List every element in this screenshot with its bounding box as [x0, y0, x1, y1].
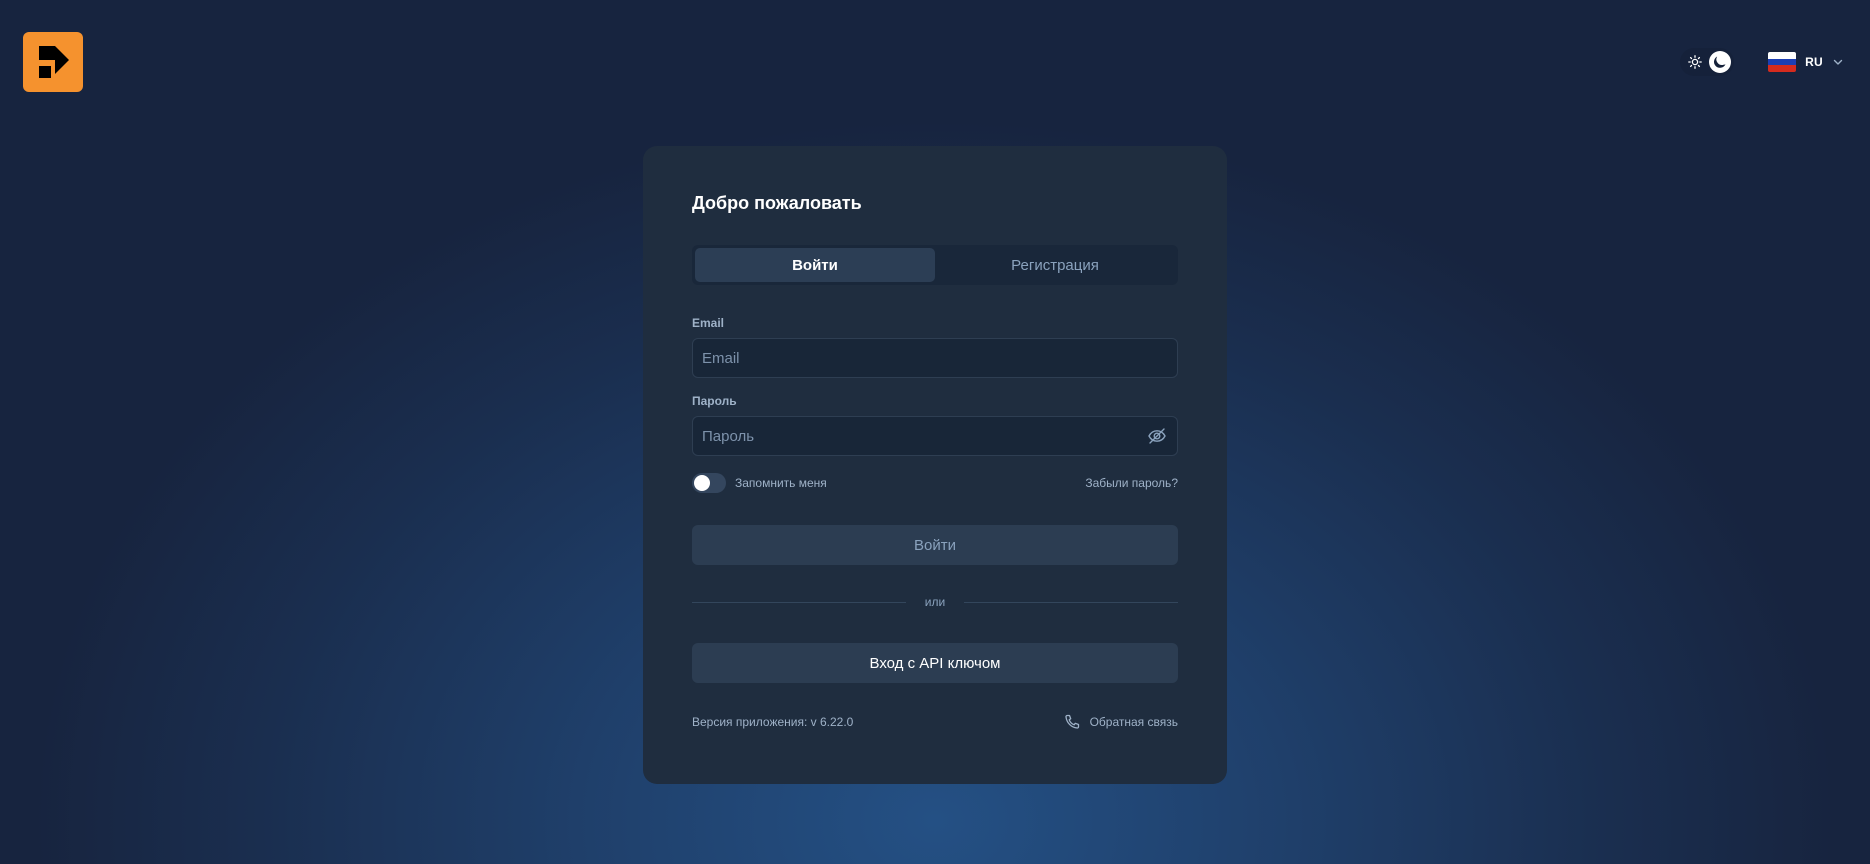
- top-right-controls: RU: [1680, 48, 1844, 76]
- eye-off-icon[interactable]: [1146, 425, 1168, 447]
- feedback-link[interactable]: Обратная связь: [1064, 714, 1178, 730]
- sun-icon[interactable]: [1687, 54, 1703, 70]
- remember-me-toggle[interactable]: [692, 473, 726, 493]
- divider-line-right: [964, 601, 1179, 603]
- language-selector[interactable]: RU: [1768, 52, 1844, 72]
- tab-login[interactable]: Войти: [695, 248, 935, 282]
- phone-icon: [1064, 714, 1079, 729]
- or-divider: или: [692, 595, 1179, 609]
- password-field[interactable]: [702, 427, 1146, 445]
- login-card: Добро пожаловать Войти Регистрация Email…: [643, 146, 1227, 784]
- email-field-wrapper: [692, 338, 1178, 378]
- language-code: RU: [1805, 55, 1823, 69]
- card-footer: Версия приложения: v 6.22.0 Обратная свя…: [692, 714, 1178, 730]
- auth-tabs: Войти Регистрация: [692, 245, 1178, 285]
- toggle-knob: [694, 475, 710, 491]
- remember-me: Запомнить меня: [692, 473, 827, 493]
- theme-toggle[interactable]: [1680, 48, 1735, 76]
- tab-register[interactable]: Регистрация: [935, 248, 1175, 282]
- password-field-wrapper: [692, 416, 1178, 456]
- login-button[interactable]: Войти: [692, 525, 1178, 565]
- brand-logo[interactable]: [23, 32, 83, 92]
- api-key-login-button[interactable]: Вход с API ключом: [692, 643, 1178, 683]
- forgot-password-link[interactable]: Забыли пароль?: [1085, 476, 1178, 490]
- russian-flag-icon: [1768, 52, 1797, 72]
- feedback-label: Обратная связь: [1089, 715, 1178, 729]
- moon-icon[interactable]: [1709, 51, 1732, 73]
- divider-line-left: [692, 601, 906, 603]
- divider-text: или: [924, 595, 946, 609]
- email-field[interactable]: [702, 349, 1168, 367]
- page-title: Добро пожаловать: [692, 193, 862, 213]
- app-version: Версия приложения: v 6.22.0: [692, 715, 854, 729]
- brand-logo-icon: [39, 46, 69, 78]
- chevron-down-icon: [1833, 59, 1843, 65]
- email-label: Email: [692, 316, 725, 330]
- password-label: Пароль: [692, 394, 737, 408]
- remember-me-label: Запомнить меня: [735, 476, 827, 490]
- remember-row: Запомнить меня Забыли пароль?: [692, 472, 1178, 494]
